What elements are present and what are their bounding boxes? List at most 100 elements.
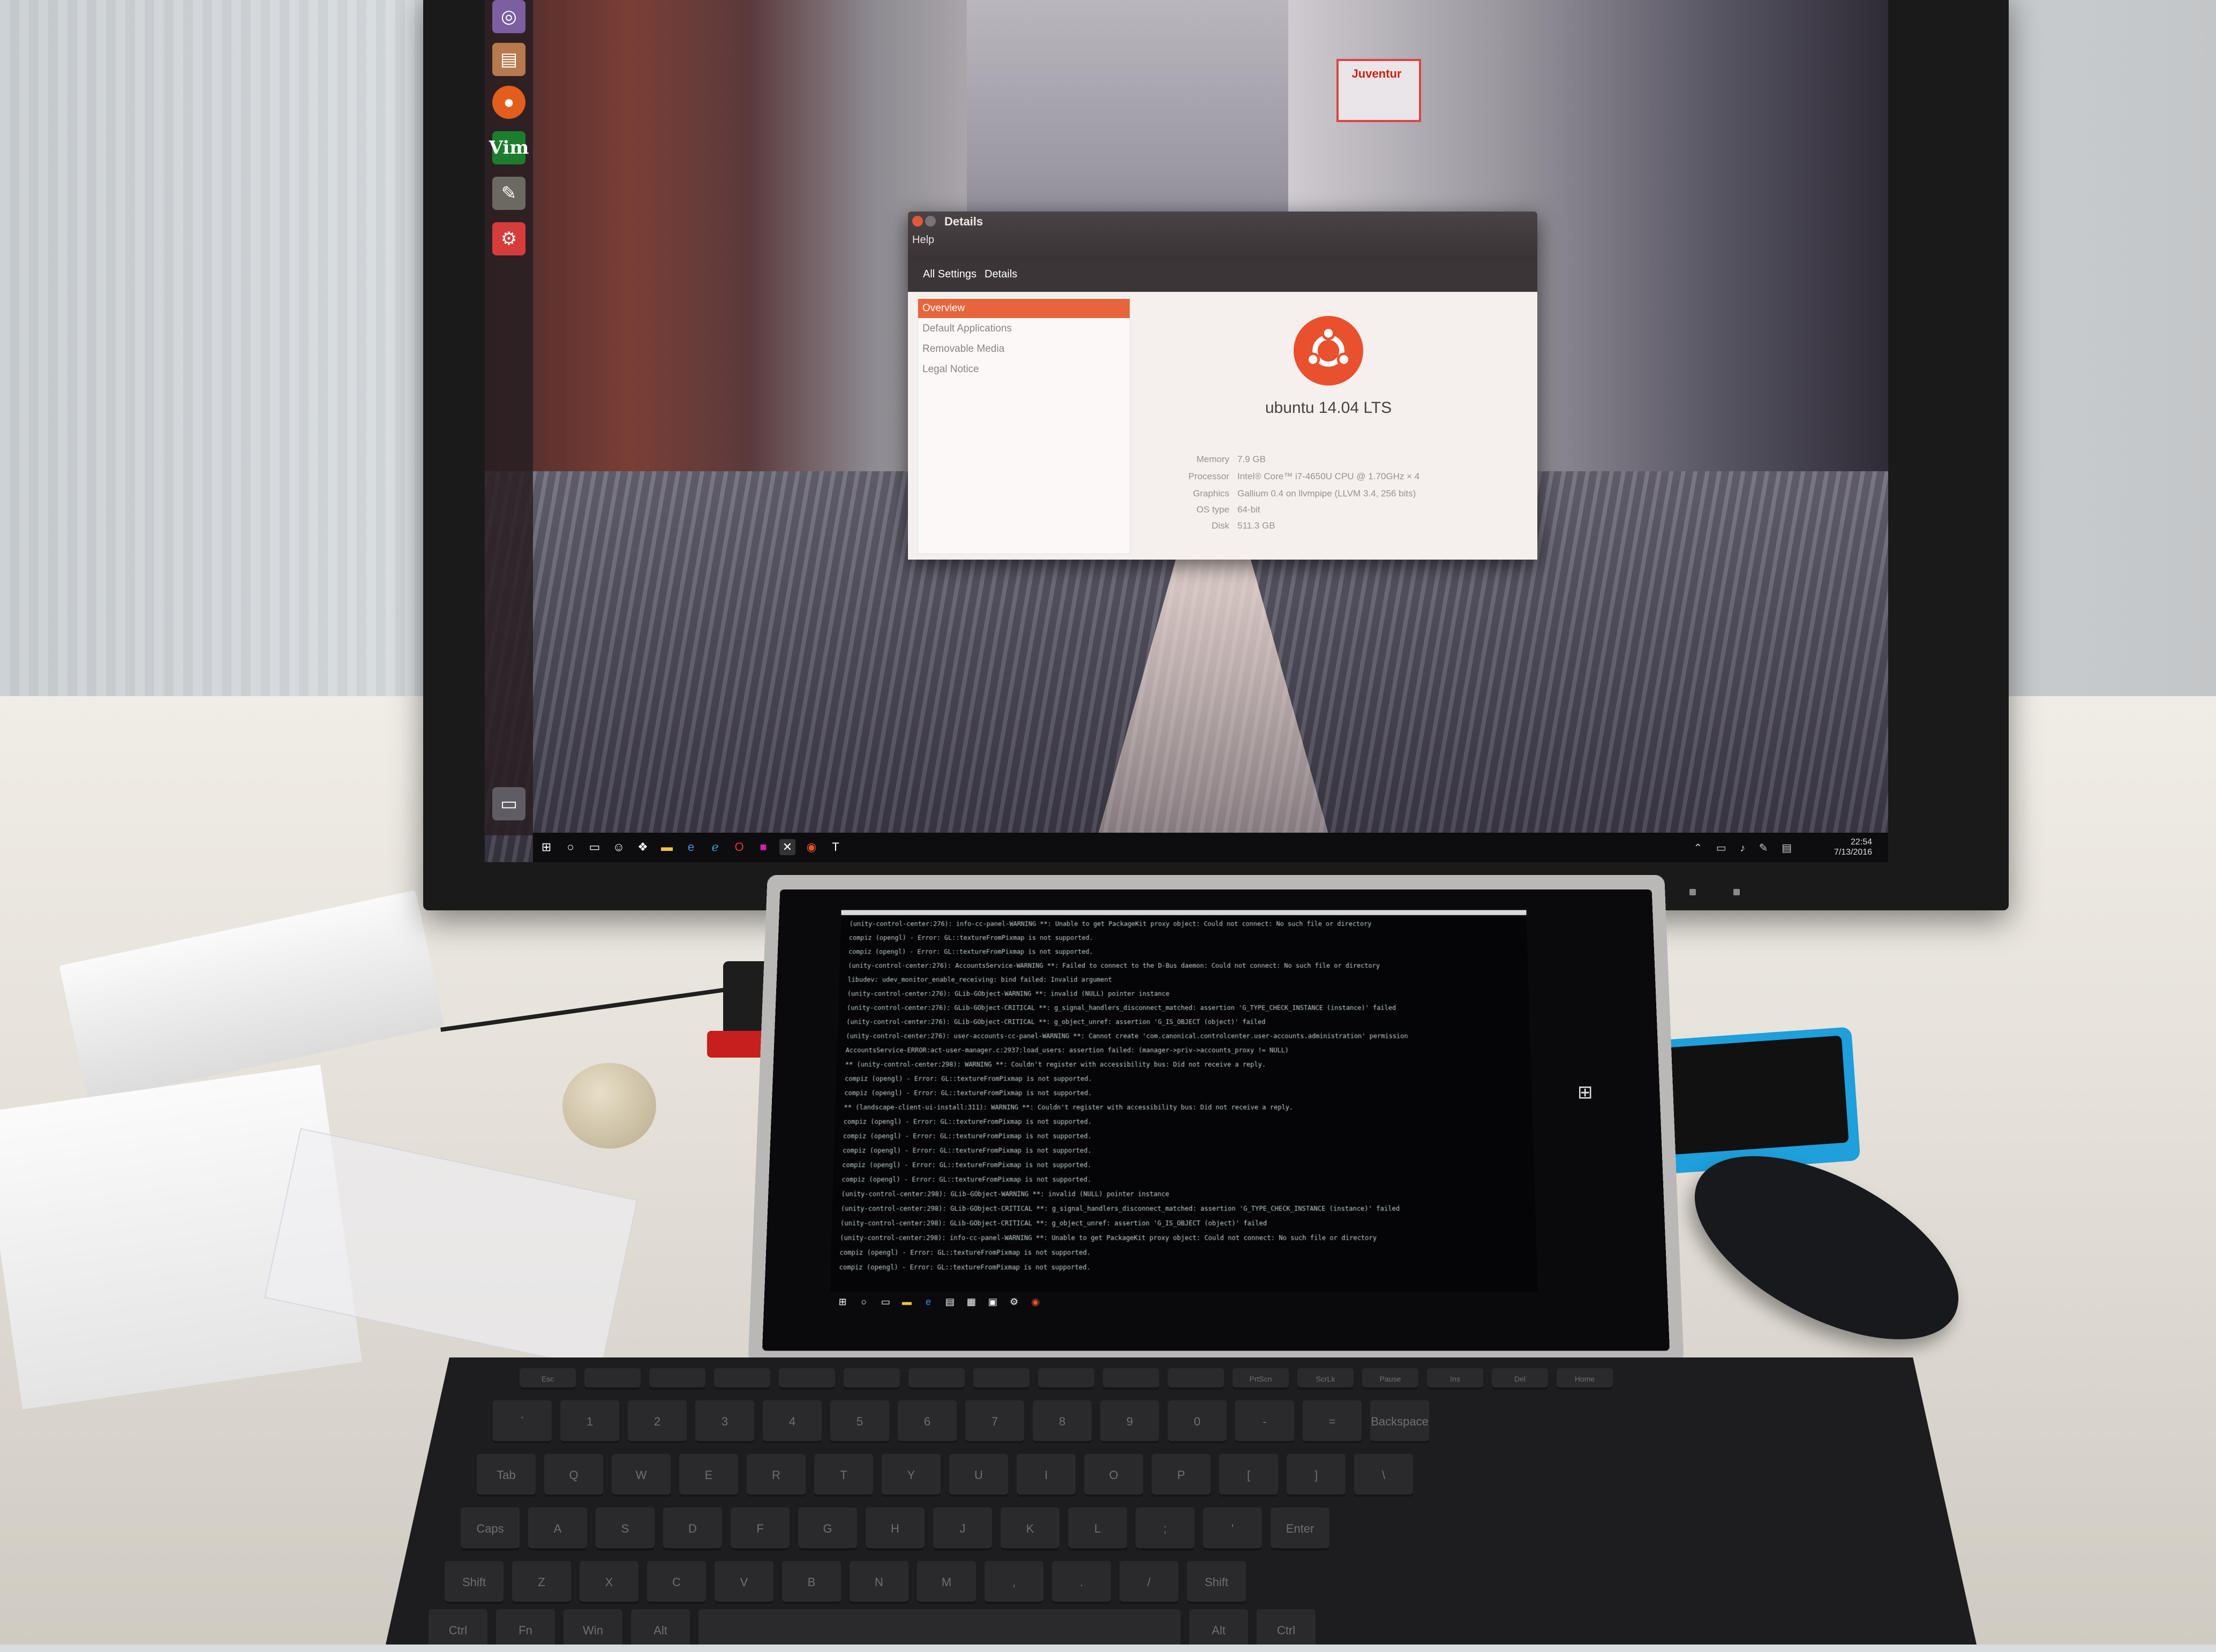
keyboard-key[interactable]: Y — [882, 1454, 941, 1497]
window-titlebar[interactable] — [908, 212, 1537, 260]
keyboard-key[interactable] — [1103, 1368, 1159, 1390]
keyboard-key[interactable]: Home — [1557, 1368, 1613, 1390]
keyboard-key[interactable]: \ — [1354, 1454, 1413, 1497]
keyboard-key[interactable] — [844, 1368, 900, 1390]
internet-explorer-icon[interactable]: ℯ — [707, 839, 723, 855]
keyboard-key[interactable]: - — [1235, 1400, 1294, 1443]
keyboard-key[interactable]: ` — [493, 1400, 552, 1443]
store-icon[interactable]: ▤ — [943, 1295, 957, 1309]
terminal-titlebar[interactable] — [841, 910, 1526, 915]
close-button[interactable] — [912, 216, 923, 227]
text-editor-icon[interactable]: ✎ — [492, 177, 525, 210]
task-view-icon[interactable]: ▭ — [878, 1295, 893, 1309]
start-icon[interactable]: ⊞ — [836, 1295, 850, 1309]
file-explorer-icon[interactable]: ▬ — [900, 1295, 914, 1309]
app-icon[interactable]: ❖ — [635, 839, 651, 855]
keyboard-key[interactable]: ; — [1136, 1507, 1195, 1550]
edge-icon[interactable]: e — [683, 839, 699, 855]
taskbar-clock[interactable]: 22:54 7/13/2016 — [1834, 837, 1872, 857]
opera-icon[interactable]: O — [731, 839, 747, 855]
keyboard-key[interactable]: D — [663, 1507, 722, 1550]
keyboard-key[interactable] — [714, 1368, 770, 1390]
keyboard-key[interactable]: P — [1152, 1454, 1211, 1497]
edge-icon[interactable]: e — [921, 1295, 936, 1309]
monitor-button[interactable] — [1733, 889, 1740, 895]
keyboard-key[interactable]: J — [933, 1507, 992, 1550]
keyboard-key[interactable]: . — [1052, 1561, 1111, 1604]
keyboard-key[interactable]: 1 — [560, 1400, 619, 1443]
text-app-icon[interactable]: T — [828, 839, 844, 855]
minimize-button[interactable] — [925, 216, 936, 227]
keyboard-key[interactable]: , — [985, 1561, 1043, 1604]
search-icon[interactable]: ○ — [562, 839, 579, 855]
keyboard-key[interactable]: S — [596, 1507, 655, 1550]
keyboard-key[interactable]: H — [866, 1507, 925, 1550]
monitor-button[interactable] — [1689, 889, 1696, 895]
app-icon[interactable]: ▦ — [964, 1295, 979, 1309]
keyboard-key[interactable]: Fn — [496, 1609, 555, 1652]
keyboard-key[interactable]: Esc — [520, 1368, 576, 1390]
keyboard-key[interactable]: I — [1017, 1454, 1076, 1497]
keyboard-key[interactable]: T — [814, 1454, 873, 1497]
help-menu[interactable]: Help — [912, 234, 934, 246]
keyboard-key[interactable]: A — [528, 1507, 587, 1550]
keyboard-key[interactable] — [908, 1368, 965, 1390]
files-icon[interactable]: ▤ — [492, 43, 525, 76]
search-icon[interactable]: ○ — [857, 1295, 872, 1309]
keyboard-key[interactable]: Del — [1492, 1368, 1548, 1390]
keyboard-key[interactable]: PrtScn — [1233, 1368, 1289, 1390]
keyboard-key[interactable]: Ctrl — [429, 1609, 487, 1652]
keyboard-key[interactable]: 7 — [965, 1400, 1024, 1443]
firefox-icon[interactable]: ● — [492, 86, 525, 119]
keyboard-key[interactable]: = — [1303, 1400, 1362, 1443]
keyboard-key[interactable]: Shift — [445, 1561, 504, 1604]
keyboard-key[interactable]: Shift — [1187, 1561, 1246, 1604]
keyboard-key[interactable]: Caps — [461, 1507, 520, 1550]
all-settings-button[interactable]: All Settings — [919, 265, 981, 284]
keyboard-key[interactable]: C — [647, 1561, 706, 1604]
dash-icon[interactable]: ◎ — [492, 0, 525, 33]
keyboard-key[interactable]: 2 — [628, 1400, 687, 1443]
keyboard-key[interactable]: 8 — [1033, 1400, 1092, 1443]
windows-logo-icon[interactable]: ⊞ — [1578, 1082, 1599, 1103]
vim-icon[interactable]: Vim — [492, 131, 525, 164]
sidebar-item-removable-media[interactable]: Removable Media — [918, 340, 1130, 359]
ubuntu-icon[interactable]: ◉ — [803, 839, 820, 855]
keyboard-key[interactable]: Backspace — [1370, 1400, 1429, 1443]
keyboard-key[interactable]: 6 — [898, 1400, 957, 1443]
keyboard-key[interactable]: X — [580, 1561, 638, 1604]
xming-icon[interactable]: ✕ — [779, 839, 795, 855]
keyboard-key[interactable]: / — [1120, 1561, 1178, 1604]
keyboard-key[interactable]: 0 — [1168, 1400, 1227, 1443]
file-explorer-icon[interactable]: ▬ — [659, 839, 675, 855]
ubuntu-icon[interactable]: ◉ — [1028, 1295, 1042, 1309]
keyboard-key[interactable] — [973, 1368, 1030, 1390]
keyboard-key[interactable]: Alt — [631, 1609, 690, 1652]
keyboard-key[interactable]: U — [949, 1454, 1008, 1497]
keyboard-key[interactable]: M — [917, 1561, 976, 1604]
start-icon[interactable]: ⊞ — [538, 839, 554, 855]
keyboard-key[interactable]: Tab — [477, 1454, 536, 1497]
keyboard-key[interactable]: 9 — [1100, 1400, 1159, 1443]
breadcrumb-details[interactable]: Details — [980, 265, 1021, 284]
spacebar[interactable] — [698, 1609, 1181, 1652]
keyboard-key[interactable]: L — [1068, 1507, 1127, 1550]
sidebar-item-overview[interactable]: Overview — [918, 299, 1130, 318]
keyboard-key[interactable]: O — [1084, 1454, 1143, 1497]
trash-icon[interactable]: ▭ — [492, 787, 525, 820]
task-view-icon[interactable]: ▭ — [587, 839, 603, 855]
keyboard-key[interactable] — [779, 1368, 835, 1390]
keyboard-key[interactable]: 5 — [830, 1400, 889, 1443]
settings-icon[interactable]: ⚙ — [1007, 1295, 1021, 1309]
keyboard-key[interactable]: 4 — [763, 1400, 822, 1443]
keyboard-key[interactable] — [1168, 1368, 1224, 1390]
keyboard-key[interactable]: W — [612, 1454, 671, 1497]
sidebar-item-legal-notice[interactable]: Legal Notice — [918, 360, 1130, 379]
keyboard-key[interactable] — [649, 1368, 705, 1390]
keyboard-key[interactable]: K — [1001, 1507, 1060, 1550]
keyboard-key[interactable]: ] — [1287, 1454, 1346, 1497]
keyboard-key[interactable]: E — [679, 1454, 738, 1497]
keyboard-key[interactable]: R — [747, 1454, 806, 1497]
keyboard-key[interactable]: Win — [564, 1609, 622, 1652]
keyboard-key[interactable]: F — [731, 1507, 790, 1550]
